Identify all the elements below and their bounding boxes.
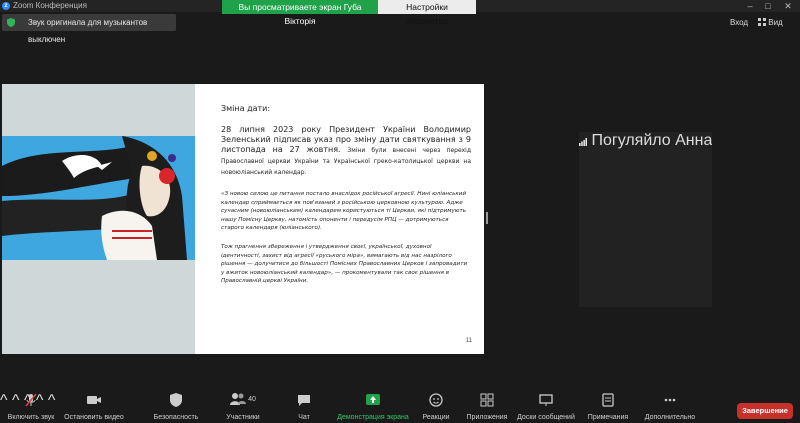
shield-icon — [7, 18, 15, 27]
meeting-toolbar: Включить звук ^ Остановить видео ^ Безоп… — [0, 392, 800, 423]
original-sound-notice: Звук оригинала для музыкантов выключен — [2, 14, 176, 44]
whiteboards-label: Доски сообщений — [517, 414, 575, 421]
security-label: Безопасность — [153, 414, 199, 421]
chat-button[interactable]: Чат — [292, 392, 316, 421]
original-sound-text: Звук оригинала для музыкантов выключен — [28, 18, 148, 44]
slide-quote: «З новою силою це питання постало внаслі… — [221, 191, 467, 232]
more-dots-icon — [664, 398, 676, 402]
chat-bubble-icon — [298, 395, 310, 406]
close-icon[interactable]: ✕ — [776, 0, 800, 12]
participants-button[interactable]: 40 Участники — [218, 392, 268, 421]
participants-count: 40 — [248, 396, 256, 403]
share-screen-icon — [366, 394, 380, 405]
apps-label: Приложения — [466, 414, 508, 421]
unmute-label: Включить звук — [7, 414, 55, 421]
viewing-share-label: Вы просматриваете экран Губа Вікторія — [222, 0, 378, 26]
whiteboards-button[interactable]: Доски сообщений — [516, 392, 576, 421]
exit-fullscreen-button[interactable]: Вход — [730, 16, 748, 30]
screen-share-bar: Вы просматриваете экран Губа Вікторія На… — [222, 0, 476, 26]
reactions-button[interactable]: Реакции — [420, 392, 452, 421]
stop-video-button[interactable]: Остановить видео — [62, 392, 126, 421]
shared-slide: Зміна дати: 28 липня 2023 року Президент… — [2, 84, 484, 354]
exit-fullscreen-label: Вход — [730, 18, 749, 27]
slide-heading: Зміна дати: — [221, 104, 271, 113]
view-button[interactable]: Вид — [758, 16, 783, 30]
view-label: Вид — [768, 18, 783, 27]
participants-icon — [230, 393, 247, 405]
security-shield-icon — [170, 393, 182, 407]
chat-label: Чат — [298, 414, 310, 421]
participants-label: Участники — [226, 414, 260, 421]
slide-lead-paragraph: 28 липня 2023 року Президент України Вол… — [221, 125, 471, 178]
stop-video-label: Остановить видео — [64, 414, 124, 421]
slide-image-panel — [2, 84, 195, 354]
share-screen-label: Демонстрация экрана — [337, 414, 409, 421]
notes-label: Примечания — [587, 414, 629, 421]
view-settings-button[interactable]: Настройки просмотра — [378, 0, 476, 26]
slide-text-block: Зміна дати: 28 липня 2023 року Президент… — [221, 104, 471, 286]
grid-icon — [758, 18, 766, 26]
unmute-button[interactable]: Включить звук — [4, 392, 58, 421]
slide-closing-paragraph: Тож прагнення збереження і утвердження с… — [221, 243, 468, 285]
split-view-handle[interactable] — [486, 212, 488, 224]
apps-button[interactable]: Приложения — [465, 392, 509, 421]
whiteboard-icon — [539, 394, 553, 406]
more-button[interactable]: Дополнительно — [642, 392, 698, 421]
share-screen-button[interactable]: Демонстрация экрана — [336, 392, 410, 421]
participant-name-tag: Погуляйло Анна — [579, 132, 713, 307]
app-title: Zoom Конференция — [13, 1, 87, 10]
signal-strength-icon — [579, 138, 587, 146]
more-label: Дополнительно — [644, 414, 696, 421]
apps-icon — [480, 393, 494, 407]
security-button[interactable]: Безопасность — [150, 392, 202, 421]
video-camera-icon — [87, 396, 101, 404]
slide-page-number: 11 — [465, 338, 472, 344]
end-meeting-button[interactable]: Завершение — [737, 403, 793, 419]
zoom-logo-icon: z — [2, 2, 10, 10]
smiley-icon — [429, 393, 443, 407]
woman-with-dove-illustration — [2, 136, 195, 260]
notes-icon — [602, 393, 614, 407]
notes-button[interactable]: Примечания — [586, 392, 630, 421]
reactions-label: Реакции — [422, 414, 450, 421]
muted-mic-icon — [25, 393, 37, 407]
participant-name: Погуляйло Анна — [591, 132, 713, 149]
